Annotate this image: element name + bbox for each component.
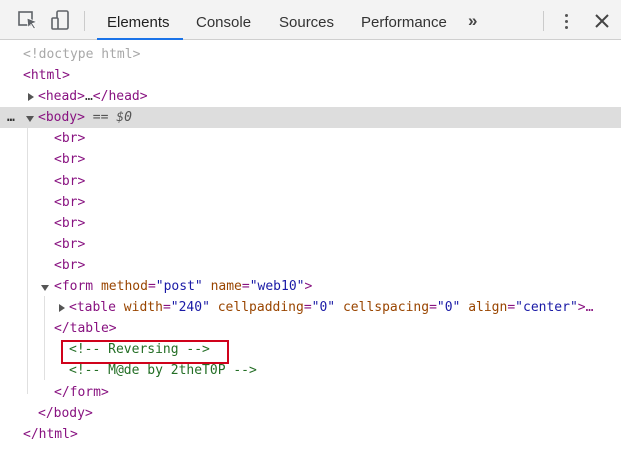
tab-console[interactable]: Console <box>196 0 251 40</box>
table-attr-value[interactable]: "0" <box>312 300 335 315</box>
body-dots[interactable]: … <box>7 107 15 128</box>
doctype-node: <!doctype html> <box>23 47 141 62</box>
toolbar-divider <box>84 11 85 31</box>
highlight-annotation-box <box>61 340 229 364</box>
form-attr-value[interactable]: "post" <box>156 279 203 294</box>
close-icon[interactable] <box>592 11 612 31</box>
dom-tree: <!doctype html> <html> <head>…</head> … … <box>0 44 621 445</box>
table-attr-value[interactable]: "center" <box>515 300 578 315</box>
form-attr-name[interactable]: method <box>101 279 148 294</box>
table-tag-end: >… <box>577 300 594 316</box>
device-toggle-icon[interactable] <box>48 8 74 34</box>
tree-line-br[interactable]: <br> <box>0 192 621 213</box>
head-ellipsis[interactable]: … <box>85 89 93 104</box>
tree-line-br[interactable]: <br> <box>0 149 621 170</box>
tree-line-head[interactable]: <head>…</head> <box>0 86 621 107</box>
tree-line-body-close[interactable]: </body> <box>0 403 621 424</box>
tree-line-form[interactable]: <form method="post" name="web10"> <box>0 276 621 297</box>
table-attr-name[interactable]: cellspacing <box>343 300 429 315</box>
html-open-tag: <html> <box>23 68 70 84</box>
kebab-menu-icon[interactable] <box>558 11 574 33</box>
form-attr-value[interactable]: "web10" <box>250 279 305 294</box>
html-close-tag: </html> <box>23 426 78 442</box>
more-tabs-chevron-icon[interactable]: » <box>468 11 478 31</box>
expand-arrow-icon[interactable] <box>59 304 65 313</box>
table-attr-name[interactable]: align <box>468 300 507 315</box>
table-attr-name[interactable]: width <box>124 300 163 315</box>
table-attr-name[interactable]: cellpadding <box>218 300 304 315</box>
tree-line-br[interactable]: <br> <box>0 213 621 234</box>
form-tag-end: > <box>304 279 313 295</box>
tree-line-html-close[interactable]: </html> <box>0 424 621 445</box>
tree-line-table[interactable]: <table width="240" cellpadding="0" cells… <box>0 297 621 318</box>
br-tag: <br> <box>54 152 86 168</box>
body-open-tag: <body> <box>38 110 85 126</box>
tab-sources[interactable]: Sources <box>279 0 334 40</box>
tree-line-form-close[interactable]: </form> <box>0 382 621 403</box>
head-close-tag: </head> <box>92 89 148 105</box>
tree-line-html[interactable]: <html> <box>0 65 621 86</box>
br-tag: <br> <box>54 257 86 273</box>
tree-line-doctype[interactable]: <!doctype html> <box>0 44 621 65</box>
devtools-toolbar: Elements Console Sources Performance » <box>0 0 621 40</box>
form-close-tag: </form> <box>54 384 109 400</box>
indent-guide <box>44 296 45 380</box>
br-tag: <br> <box>54 236 86 252</box>
table-open-tag: <table <box>69 300 116 316</box>
br-tag: <br> <box>54 131 86 147</box>
form-open-tag: <form <box>54 279 94 295</box>
tab-performance[interactable]: Performance <box>361 0 447 40</box>
tree-line-table-close[interactable]: </table> <box>0 318 621 339</box>
collapse-arrow-icon[interactable] <box>26 116 34 123</box>
tree-line-br[interactable]: <br> <box>0 171 621 192</box>
table-attr-value[interactable]: "0" <box>437 300 460 315</box>
form-attr-name[interactable]: name <box>211 279 242 294</box>
tab-elements[interactable]: Elements <box>97 0 182 40</box>
expand-arrow-icon[interactable] <box>28 93 34 102</box>
tree-line-br[interactable]: <br> <box>0 128 621 149</box>
body-close-tag: </body> <box>38 405 93 421</box>
toolbar-divider <box>543 11 544 31</box>
br-tag: <br> <box>54 173 86 189</box>
selected-node-marker: == $0 <box>92 110 132 126</box>
br-tag: <br> <box>54 215 86 231</box>
head-open-tag: <head> <box>38 89 85 105</box>
collapse-arrow-icon[interactable] <box>41 285 49 292</box>
br-tag: <br> <box>54 194 86 210</box>
table-close-tag: </table> <box>54 321 117 337</box>
indent-guide <box>27 128 28 394</box>
table-attr-value[interactable]: "240" <box>171 300 210 315</box>
inspect-cursor-icon[interactable] <box>16 8 42 34</box>
tree-line-body-selected[interactable]: … <body> == $0 <box>0 107 621 129</box>
tree-line-br[interactable]: <br> <box>0 255 621 276</box>
tree-line-br[interactable]: <br> <box>0 234 621 255</box>
